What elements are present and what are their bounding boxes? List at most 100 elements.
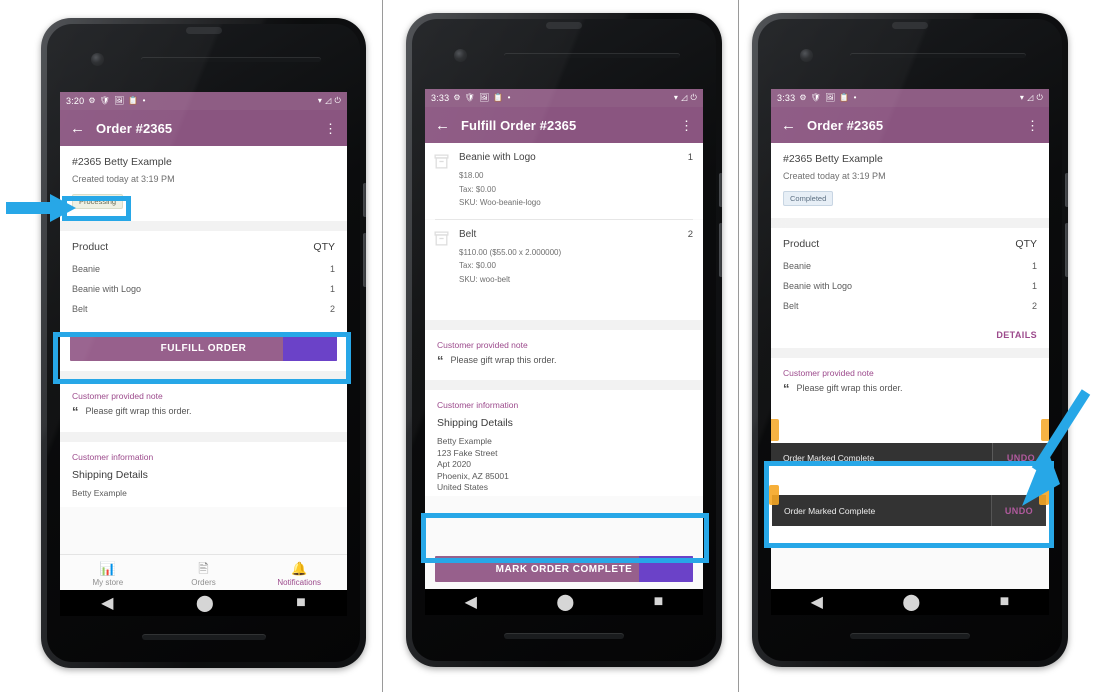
overflow-menu-icon[interactable]: ⋮ bbox=[1026, 119, 1039, 132]
image-icon: 🖼 bbox=[479, 93, 490, 102]
nav-item-my-store[interactable]: 📊 My store bbox=[60, 561, 156, 587]
android-nav-bar-3[interactable]: ◀ ⬤ ■ bbox=[771, 589, 1049, 615]
order-title: #2365 Betty Example bbox=[783, 153, 883, 165]
item-price: $18.00 bbox=[459, 171, 484, 180]
customer-info-label: Customer information bbox=[72, 451, 154, 462]
volume-button bbox=[1065, 223, 1068, 277]
wifi-icon: ▾ bbox=[1019, 93, 1025, 102]
shield-icon: 🛡 bbox=[99, 96, 111, 105]
item-qty: 2 bbox=[687, 228, 693, 240]
details-link[interactable]: DETAILS bbox=[783, 330, 1037, 340]
status-bar-left-2: 3:33 ⚙ 🛡 🖼 📋 • bbox=[431, 93, 511, 103]
front-camera-icon bbox=[91, 53, 104, 66]
overflow-menu-icon[interactable]: ⋮ bbox=[680, 119, 693, 132]
bottom-navigation-1[interactable]: 📊 My store 🖹 Orders 🔔 Notifications bbox=[60, 554, 347, 592]
nav-label: Notifications bbox=[277, 577, 321, 587]
clipboard-icon: 📋 bbox=[493, 93, 504, 102]
list-item[interactable]: Beanie with Logo $18.00 Tax: $0.00 SKU: … bbox=[425, 143, 703, 219]
page-title: Order #2365 bbox=[96, 120, 173, 136]
quote-icon: “ bbox=[72, 404, 79, 419]
android-nav-bar-2[interactable]: ◀ ⬤ ■ bbox=[425, 589, 703, 615]
back-triangle-icon[interactable]: ◀ bbox=[811, 592, 823, 612]
nav-item-notifications[interactable]: 🔔 Notifications bbox=[251, 561, 347, 587]
highlight-box-fulfill-order bbox=[53, 332, 351, 384]
shipping-address: Betty Example 123 Fake Street Apt 2020 P… bbox=[437, 436, 509, 493]
home-circle-icon[interactable]: ⬤ bbox=[556, 592, 574, 612]
shield-icon: 🛡 bbox=[464, 93, 476, 102]
highlight-box-mark-complete bbox=[421, 513, 709, 563]
clipboard-icon: 📋 bbox=[128, 96, 139, 105]
recents-square-icon[interactable]: ■ bbox=[654, 593, 664, 611]
recents-square-icon[interactable]: ■ bbox=[296, 594, 306, 612]
status-time: 3:20 bbox=[66, 96, 85, 106]
item-sku: SKU: woo-belt bbox=[459, 274, 511, 284]
col-product: Product bbox=[783, 238, 820, 250]
phone-body-3: 3:33 ⚙ 🛡 🖼 📋 • ▾ ◿ ⏻ ← Order #2365 ⋮ #23… bbox=[752, 13, 1068, 667]
table-row: Beanie 1 bbox=[72, 259, 335, 279]
item-price: $110.00 ($55.00 x 2.000000) bbox=[459, 247, 562, 257]
earpiece-icon bbox=[141, 57, 321, 62]
app-bar-2: ← Fulfill Order #2365 ⋮ bbox=[425, 107, 703, 143]
back-arrow-icon[interactable]: ← bbox=[435, 118, 453, 133]
product-qty: 2 bbox=[1031, 301, 1037, 311]
note-row: “ Please gift wrap this order. bbox=[783, 381, 1037, 396]
product-table-header: Product QTY bbox=[783, 231, 1037, 256]
earpiece-icon bbox=[504, 53, 680, 58]
battery-icon: ⏻ bbox=[690, 93, 697, 102]
gear-icon: ⚙ bbox=[799, 93, 807, 102]
note-label: Customer provided note bbox=[783, 368, 874, 378]
android-nav-bar-1[interactable]: ◀ ⬤ ■ bbox=[60, 590, 347, 616]
product-qty: 1 bbox=[329, 264, 335, 274]
product-name: Belt bbox=[72, 304, 88, 314]
order-summary-card-3: #2365 Betty Example Created today at 3:1… bbox=[771, 143, 1049, 218]
top-speaker-slot-icon bbox=[892, 22, 928, 29]
bottom-speaker-slot-icon bbox=[141, 634, 266, 640]
screenshot-root: 3:20 ⚙ 🛡 🖼 📋 • ▾ ◿ ⏻ ← Order #2365 ⋮ #23… bbox=[0, 0, 1097, 692]
volume-button bbox=[363, 233, 366, 287]
gear-icon: ⚙ bbox=[453, 93, 461, 102]
back-triangle-icon[interactable]: ◀ bbox=[101, 593, 113, 613]
list-item[interactable]: Belt $110.00 ($55.00 x 2.000000) Tax: $0… bbox=[425, 219, 703, 296]
note-text: Please gift wrap this order. bbox=[796, 383, 903, 393]
home-circle-icon[interactable]: ⬤ bbox=[196, 593, 214, 613]
panel-divider-2 bbox=[738, 0, 739, 692]
top-speaker-slot-icon bbox=[546, 22, 582, 29]
fulfill-order-button-label: FULFILL ORDER bbox=[160, 342, 247, 354]
back-triangle-icon[interactable]: ◀ bbox=[465, 592, 477, 612]
front-camera-icon bbox=[454, 49, 467, 62]
home-circle-icon[interactable]: ⬤ bbox=[902, 592, 920, 612]
status-bar-left-3: 3:33 ⚙ 🛡 🖼 📋 • bbox=[777, 93, 857, 103]
recents-square-icon[interactable]: ■ bbox=[1000, 593, 1010, 611]
product-list-card-3: Product QTY Beanie 1 Beanie with Logo 1 bbox=[771, 228, 1049, 348]
bottom-speaker-slot-icon bbox=[504, 633, 624, 639]
item-name: Belt bbox=[459, 228, 477, 240]
status-bar-1: 3:20 ⚙ 🛡 🖼 📋 • ▾ ◿ ⏻ bbox=[60, 92, 347, 110]
overflow-menu-icon[interactable]: ⋮ bbox=[324, 122, 337, 135]
back-arrow-icon[interactable]: ← bbox=[70, 121, 88, 136]
section-gap bbox=[60, 431, 347, 442]
note-label: Customer provided note bbox=[437, 339, 528, 350]
package-box-icon bbox=[433, 229, 459, 287]
signal-icon: ◿ bbox=[1027, 93, 1034, 102]
panel-divider-1 bbox=[382, 0, 383, 692]
section-gap bbox=[771, 348, 1049, 358]
note-text: Please gift wrap this order. bbox=[450, 354, 557, 365]
note-text: Please gift wrap this order. bbox=[85, 406, 192, 416]
section-gap bbox=[425, 380, 703, 391]
phone-device-3: 3:33 ⚙ 🛡 🖼 📋 • ▾ ◿ ⏻ ← Order #2365 ⋮ #23… bbox=[752, 13, 1068, 667]
document-icon: 🖹 bbox=[198, 560, 209, 576]
volume-button bbox=[719, 223, 722, 277]
quote-icon: “ bbox=[783, 381, 790, 396]
back-arrow-icon[interactable]: ← bbox=[781, 118, 799, 133]
product-table-header: Product QTY bbox=[72, 234, 335, 259]
battery-icon: ⏻ bbox=[334, 96, 341, 105]
list-item-body: Beanie with Logo $18.00 Tax: $0.00 SKU: … bbox=[459, 152, 680, 210]
nav-item-orders[interactable]: 🖹 Orders bbox=[156, 561, 252, 587]
shipping-details-heading: Shipping Details bbox=[437, 417, 513, 430]
status-bar-2: 3:33 ⚙ 🛡 🖼 📋 • ▾ ◿ ⏻ bbox=[425, 89, 703, 107]
battery-icon: ⏻ bbox=[1036, 93, 1043, 102]
bell-icon: 🔔 bbox=[291, 560, 308, 576]
shipping-address: Betty Example bbox=[72, 487, 127, 498]
bar-chart-icon: 📊 bbox=[99, 560, 116, 576]
note-row: “ Please gift wrap this order. bbox=[437, 354, 691, 367]
